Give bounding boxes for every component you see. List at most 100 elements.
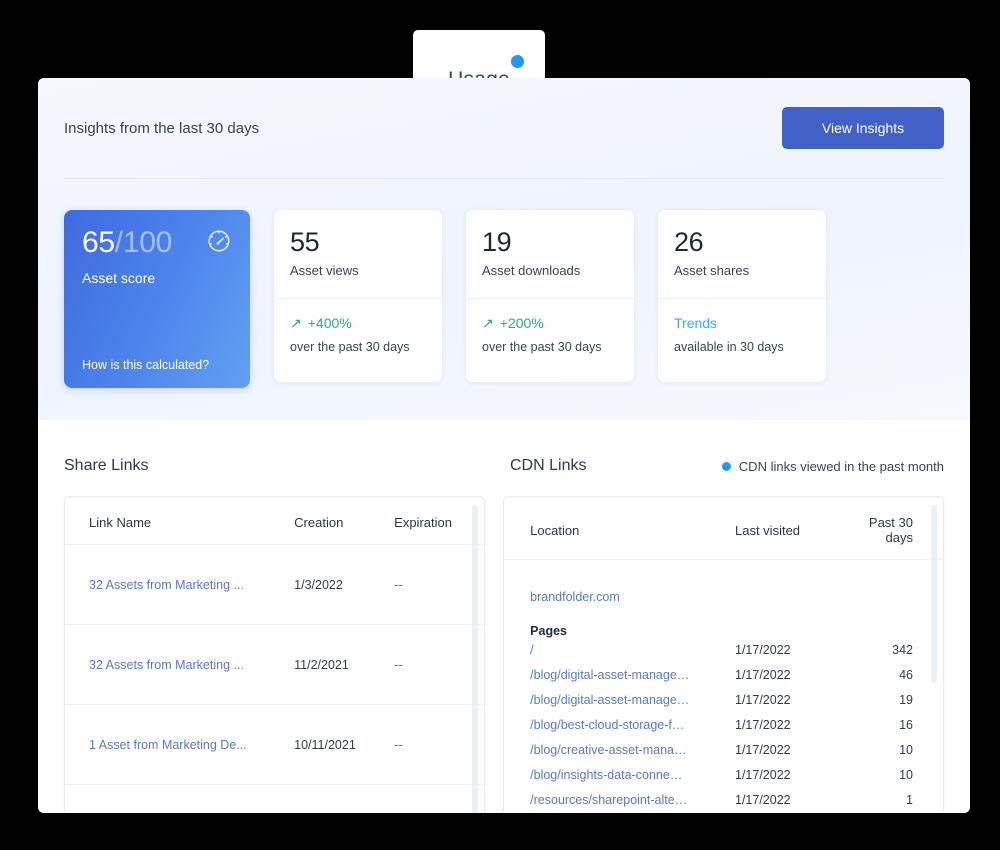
cdn-legend-label: CDN links viewed in the past month <box>738 458 944 474</box>
metric-top: 55 Asset views <box>274 210 442 298</box>
cdn-links-scrollbar[interactable] <box>931 505 937 683</box>
metric-card-asset-downloads: 19 Asset downloads ↗ +200% over the past… <box>466 210 634 382</box>
metric-card-asset-shares: 26 Asset shares Trends available in 30 d… <box>658 210 826 382</box>
cdn-domain-cell[interactable]: brandfolder.com <box>504 560 943 604</box>
share-link-creation: 1/3/2022 <box>294 544 395 625</box>
metric-subtext: over the past 30 days <box>290 340 410 354</box>
metric-label: Asset downloads <box>482 263 581 279</box>
cdn-path[interactable]: /blog/creative-asset-mana… <box>504 738 735 763</box>
column-header-expiration[interactable]: Expiration <box>394 497 485 545</box>
cdn-past-30-days: 10 <box>899 743 913 757</box>
cdn-last-visited: 1/17/2022 <box>735 693 791 707</box>
share-link-name[interactable]: 1 Asset from Marketing De... <box>65 704 295 785</box>
metric-label: Asset views <box>290 263 359 279</box>
metric-cards-row: 65/100 Asset score How is this calculate… <box>64 179 944 388</box>
column-header-last-visited[interactable]: Last visited <box>735 497 843 560</box>
column-header-link-name[interactable]: Link Name <box>65 497 295 545</box>
column-header-location[interactable]: Location <box>504 497 735 560</box>
usage-panel: Insights from the last 30 days View Insi… <box>38 78 970 813</box>
cdn-last-visited: 1/17/2022 <box>735 743 791 757</box>
arrow-up-right-icon: ↗ <box>482 315 494 331</box>
share-links-scrollbar[interactable] <box>472 505 479 813</box>
blue-dot-indicator-icon <box>510 55 524 68</box>
cdn-pages-label-cell: Pages <box>530 623 567 638</box>
asset-score-top: 65/100 <box>82 228 232 258</box>
metric-delta: Trends <box>674 315 810 331</box>
share-links-title: Share Links <box>64 457 149 474</box>
legend-dot-icon <box>721 461 731 471</box>
table-row[interactable]: / 1/17/2022 342 <box>504 638 943 663</box>
cdn-pages-group-row: Pages <box>504 604 943 638</box>
metric-subtext: available in 30 days <box>674 340 784 354</box>
cdn-past-30-days: 10 <box>899 768 913 782</box>
table-row[interactable]: /blog/digital-asset-manage… 1/17/2022 19 <box>504 688 943 713</box>
cdn-links-header: CDN Links CDN links viewed in the past m… <box>510 457 944 475</box>
asset-score-content: 65/100 Asset score <box>82 228 232 286</box>
view-insights-button[interactable]: View Insights <box>782 107 944 149</box>
cdn-past-30-days: 16 <box>899 718 913 732</box>
table-row[interactable]: /blog/creative-asset-mana… 1/17/2022 10 <box>504 738 943 763</box>
cdn-path[interactable]: /resources/sharepoint-alte… <box>504 788 735 813</box>
share-link-creation: 11/2/2021 <box>294 624 395 705</box>
asset-score-card[interactable]: 65/100 Asset score How is this calculate… <box>64 210 250 388</box>
share-links-header: Share Links <box>64 457 510 475</box>
asset-score-label: Asset score <box>82 270 156 286</box>
table-row[interactable]: /blog/insights-data-conne… 1/17/2022 10 <box>504 763 943 788</box>
cdn-last-visited: 1/17/2022 <box>735 718 791 732</box>
table-row[interactable]: /blog/best-cloud-storage-f… 1/17/2022 16 <box>504 713 943 738</box>
asset-score-denominator: /100 <box>114 226 173 259</box>
share-link-expiration: -- <box>394 704 485 785</box>
cdn-last-visited: 1/17/2022 <box>735 768 791 782</box>
cdn-past-30-days: 46 <box>899 668 913 682</box>
cdn-past-30-days: 19 <box>899 693 913 707</box>
arrow-up-right-icon: ↗ <box>290 315 302 331</box>
cdn-links-title: CDN Links <box>510 457 587 474</box>
metric-value: 19 <box>482 227 512 257</box>
metric-delta-value: +400% <box>307 315 352 331</box>
table-row[interactable]: 32 Assets from Marketing ... 1/3/2022 -- <box>65 544 485 625</box>
cdn-last-visited: 1/17/2022 <box>735 643 791 657</box>
share-link-creation: 10/11/2021 <box>294 704 395 785</box>
table-row[interactable]: 1 Asset from Marketing De... 10/11/2021 … <box>65 704 485 785</box>
insights-header: Insights from the last 30 days View Insi… <box>64 78 944 178</box>
cdn-past-30-days: 1 <box>906 793 913 807</box>
asset-score-number: 65 <box>82 226 115 259</box>
metric-top: 26 Asset shares <box>658 210 826 298</box>
cdn-domain-row[interactable]: brandfolder.com <box>504 560 943 604</box>
share-links-table-card: Link Name Creation Expiration 32 Assets … <box>64 496 486 813</box>
share-link-name[interactable]: 32 Assets from Marketing ... <box>65 544 295 625</box>
cdn-last-visited: 1/17/2022 <box>735 668 791 682</box>
gauge-icon <box>206 228 232 254</box>
table-row[interactable]: /resources/sharepoint-alte… 1/17/2022 1 <box>504 788 943 813</box>
table-row[interactable]: /blog/digital-asset-manage… 1/17/2022 46 <box>504 663 943 688</box>
metric-subtext: over the past 30 days <box>482 340 602 354</box>
how-is-this-calculated-link[interactable]: How is this calculated? <box>82 358 232 372</box>
cdn-path[interactable]: / <box>504 638 735 663</box>
share-link-expiration: -- <box>394 544 485 625</box>
table-row[interactable]: 32 Assets from Marketing ... 11/2/2021 -… <box>65 624 485 705</box>
metric-bottom: Trends available in 30 days <box>658 299 826 354</box>
metric-value: 55 <box>290 227 320 257</box>
cdn-last-visited: 1/17/2022 <box>735 793 791 807</box>
metric-bottom: ↗ +400% over the past 30 days <box>274 299 442 354</box>
share-link-name[interactable]: 32 Assets from Marketing ... <box>65 624 295 705</box>
cdn-path[interactable]: /blog/digital-asset-manage… <box>504 663 735 688</box>
metric-delta: ↗ +400% <box>290 315 426 331</box>
page-title: Insights from the last 30 days <box>64 119 260 137</box>
table-header-row: Link Name Creation Expiration <box>65 497 485 545</box>
links-tables: Link Name Creation Expiration 32 Assets … <box>64 496 944 813</box>
metric-delta-value: +200% <box>499 315 544 331</box>
metric-bottom: ↗ +200% over the past 30 days <box>466 299 634 354</box>
metric-label: Asset shares <box>674 263 750 279</box>
cdn-path[interactable]: /blog/best-cloud-storage-f… <box>504 713 735 738</box>
metric-delta-value: Trends <box>674 315 718 331</box>
cdn-path[interactable]: /blog/insights-data-conne… <box>504 763 735 788</box>
cdn-path[interactable]: /blog/digital-asset-manage… <box>504 688 735 713</box>
metric-top: 19 Asset downloads <box>466 210 634 298</box>
metric-value: 26 <box>674 227 704 257</box>
column-header-past-30-days[interactable]: Past 30 days <box>843 497 943 560</box>
share-links-table: Link Name Creation Expiration 32 Assets … <box>65 497 485 785</box>
cdn-legend: CDN links viewed in the past month <box>721 458 944 474</box>
column-header-creation[interactable]: Creation <box>294 497 395 545</box>
share-link-expiration: -- <box>394 624 485 705</box>
